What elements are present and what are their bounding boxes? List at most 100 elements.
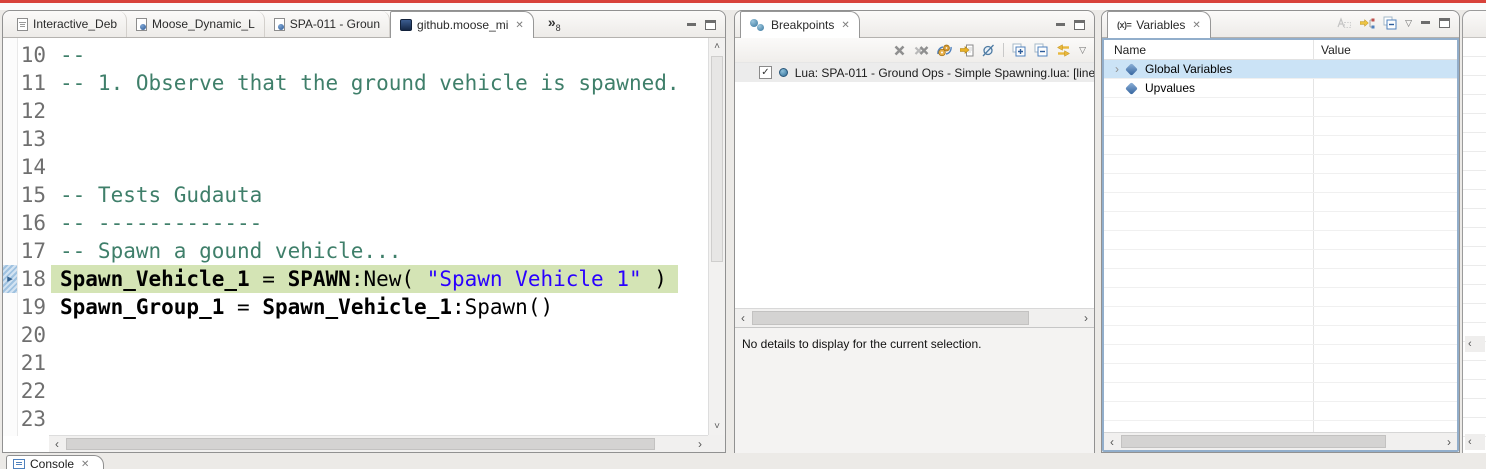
scrollbar-thumb[interactable] <box>711 56 723 262</box>
line-marker-slot[interactable] <box>3 41 17 69</box>
breakpoint-checkbox[interactable]: ✓ <box>759 66 772 79</box>
scrollbar-thumb[interactable] <box>752 311 1029 325</box>
breakpoints-horizontal-scrollbar[interactable]: ‹ › <box>735 308 1094 327</box>
scroll-up-icon[interactable]: ˄ <box>709 39 725 54</box>
breakpoint-row[interactable]: ✓ Lua: SPA-011 - Ground Ops - Simple Spa… <box>735 63 1094 82</box>
line-marker-slot[interactable] <box>3 153 17 181</box>
maximize-icon[interactable] <box>1074 20 1085 30</box>
editor-horizontal-scrollbar[interactable]: ‹ › <box>49 435 708 452</box>
variables-view: Name Value ›Global VariablesUpvalues ‹ › <box>1102 38 1459 452</box>
breakpoint-details-text: No details to display for the current se… <box>742 337 981 351</box>
tab-console[interactable]: Console ✕ <box>6 455 104 469</box>
view-menu-icon[interactable]: ▽ <box>1405 18 1412 29</box>
tab-interactive-deb[interactable]: Interactive_Deb <box>8 11 127 37</box>
code-line[interactable]: -- 1. Observe that the ground vehicle is… <box>51 69 708 97</box>
code-line[interactable] <box>51 125 708 153</box>
breakpoints-list[interactable]: ✓ Lua: SPA-011 - Ground Ops - Simple Spa… <box>735 62 1094 308</box>
line-marker-slot[interactable] <box>3 321 17 349</box>
variable-row[interactable]: Upvalues <box>1104 79 1457 98</box>
scroll-left-icon[interactable]: ‹ <box>735 309 751 327</box>
code-line[interactable]: -- <box>51 41 708 69</box>
tree-expand-icon[interactable]: › <box>1110 62 1124 76</box>
scroll-right-icon[interactable]: › <box>1441 433 1457 450</box>
code-editor[interactable]: ▸ 1011121314151617181920212223 ---- 1. O… <box>3 38 725 436</box>
scroll-down-icon[interactable]: ˅ <box>709 419 725 434</box>
code-line[interactable] <box>51 321 708 349</box>
line-number-column[interactable]: 1011121314151617181920212223 <box>18 38 51 436</box>
line-marker-slot[interactable] <box>3 209 17 237</box>
tab-overflow-button[interactable]: » 8 <box>548 17 561 33</box>
breakpoints-toolbar: ▽ <box>735 38 1094 62</box>
tab-github-moose[interactable]: github.moose_mi ✕ <box>390 11 534 38</box>
remove-all-breakpoints-icon[interactable] <box>914 44 929 57</box>
partial-side-panel: ‹ ‹ <box>1462 10 1486 453</box>
code-lines[interactable]: ---- 1. Observe that the ground vehicle … <box>51 38 708 436</box>
show-type-names-icon[interactable] <box>1337 17 1352 30</box>
breakpoints-panel: Breakpoints ✕ <box>734 10 1095 453</box>
scroll-left-icon[interactable]: ‹ <box>49 436 65 452</box>
show-supported-breakpoints-icon[interactable] <box>937 44 952 57</box>
marker-column[interactable]: ▸ <box>3 38 18 436</box>
remove-breakpoint-icon[interactable] <box>893 44 906 57</box>
close-icon[interactable]: ✕ <box>841 20 849 31</box>
code-line[interactable] <box>51 377 708 405</box>
line-marker-slot[interactable] <box>3 181 17 209</box>
line-marker-slot[interactable] <box>3 97 17 125</box>
code-line[interactable]: -- ------------- <box>51 209 708 237</box>
window-top-accent <box>0 0 1486 3</box>
line-marker-slot[interactable] <box>3 349 17 377</box>
code-line[interactable]: Spawn_Vehicle_1 = SPAWN:New( "Spawn Vehi… <box>51 265 708 293</box>
maximize-icon[interactable] <box>1439 18 1450 28</box>
expand-all-icon[interactable] <box>1012 43 1026 57</box>
skip-all-breakpoints-icon[interactable] <box>982 44 995 57</box>
empty-table-row <box>1104 383 1457 402</box>
scroll-left-icon[interactable]: ‹ <box>1465 434 1485 450</box>
line-marker-slot[interactable] <box>3 293 17 321</box>
minimize-icon[interactable] <box>1055 20 1066 30</box>
scroll-left-icon[interactable]: ‹ <box>1465 336 1485 352</box>
close-icon[interactable]: ✕ <box>1192 20 1200 31</box>
link-with-debug-view-icon[interactable] <box>1056 44 1071 57</box>
code-line[interactable]: Spawn_Group_1 = Spawn_Vehicle_1:Spawn() <box>51 293 708 321</box>
line-marker-slot[interactable] <box>3 125 17 153</box>
code-line[interactable] <box>51 349 708 377</box>
empty-table-row <box>1104 364 1457 383</box>
variables-horizontal-scrollbar[interactable]: ‹ › <box>1104 432 1457 450</box>
view-menu-icon[interactable]: ▽ <box>1079 45 1086 56</box>
tab-breakpoints[interactable]: Breakpoints ✕ <box>740 11 860 38</box>
minimize-icon[interactable] <box>1420 18 1431 28</box>
side-panel-row <box>1463 266 1486 285</box>
variable-row[interactable]: ›Global Variables <box>1104 60 1457 79</box>
collapse-all-icon[interactable] <box>1383 16 1397 30</box>
scrollbar-thumb[interactable] <box>1121 435 1386 448</box>
line-marker-slot[interactable] <box>3 237 17 265</box>
maximize-icon[interactable] <box>705 20 716 30</box>
scrollbar-thumb[interactable] <box>66 438 655 450</box>
line-marker-slot[interactable] <box>3 377 17 405</box>
close-icon[interactable]: ✕ <box>515 20 523 31</box>
editor-vertical-scrollbar[interactable]: ˄ ˅ <box>708 38 725 435</box>
tab-spa-011[interactable]: SPA-011 - Groun <box>265 11 390 37</box>
code-line[interactable] <box>51 405 708 433</box>
code-line[interactable]: -- Tests Gudauta <box>51 181 708 209</box>
minimize-icon[interactable] <box>686 20 697 30</box>
code-line[interactable] <box>51 97 708 125</box>
breakpoints-tabstrip: Breakpoints ✕ <box>735 11 1094 38</box>
line-number: 22 <box>18 377 46 405</box>
show-logical-structure-icon[interactable] <box>1360 17 1375 30</box>
scroll-right-icon[interactable]: › <box>692 436 708 452</box>
tab-variables[interactable]: (x)= Variables ✕ <box>1107 11 1211 38</box>
line-marker-slot[interactable] <box>3 69 17 97</box>
tab-moose-dynamic[interactable]: Moose_Dynamic_L <box>127 11 265 37</box>
line-marker-slot[interactable]: ▸ <box>3 265 17 293</box>
code-line[interactable]: -- Spawn a gound vehicle... <box>51 237 708 265</box>
scroll-left-icon[interactable]: ‹ <box>1104 433 1120 450</box>
scroll-right-icon[interactable]: › <box>1078 309 1094 327</box>
line-marker-slot[interactable] <box>3 405 17 433</box>
empty-table-row <box>1104 288 1457 307</box>
variables-rows[interactable]: ›Global VariablesUpvalues <box>1104 60 1457 432</box>
code-line[interactable] <box>51 153 708 181</box>
go-to-file-for-breakpoint-icon[interactable] <box>960 44 974 57</box>
close-icon[interactable]: ✕ <box>81 459 89 469</box>
collapse-all-icon[interactable] <box>1034 43 1048 57</box>
